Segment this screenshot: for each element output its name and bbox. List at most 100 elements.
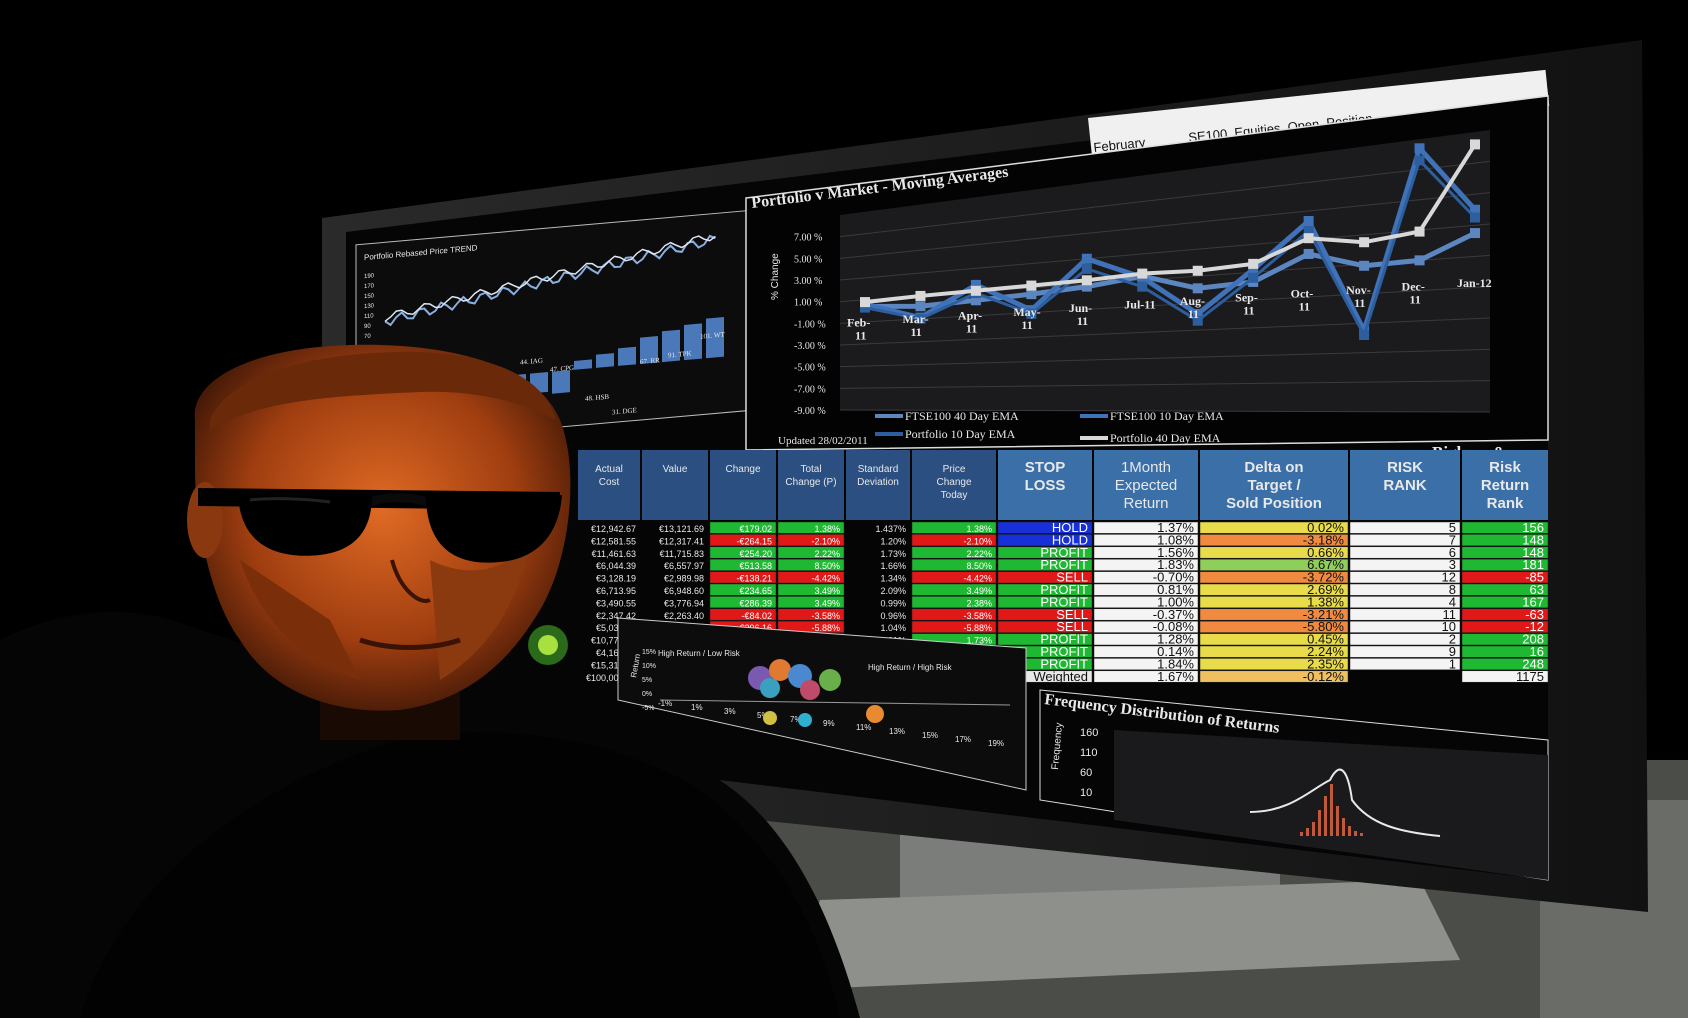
ma-x-tick-year: 11 [966, 321, 977, 335]
scatter-x-tick: 1% [691, 703, 703, 712]
table-cell: 1.437% [875, 524, 906, 534]
freq-bar [1312, 822, 1315, 836]
table-header-text: Standard [858, 464, 899, 475]
table-header-text: Today [941, 490, 968, 501]
table-cell: €254.20 [739, 549, 772, 559]
table-header-cell: Value [642, 450, 708, 520]
ma-point [1192, 265, 1203, 276]
ma-point [915, 290, 926, 301]
trend-y-tick: 110 [364, 313, 374, 320]
freq-y-tick: 60 [1080, 767, 1092, 779]
ma-x-tick: Aug- [1180, 294, 1205, 308]
scatter-y-tick: 10% [642, 663, 656, 670]
ma-y-tick: -3.00 % [794, 341, 826, 352]
scatter-x-tick: 11% [856, 723, 871, 732]
table-cell: €2,263.40 [664, 611, 704, 621]
ma-x-tick: Jul-11 [1124, 298, 1155, 312]
table-header-text: Change [725, 464, 760, 475]
ma-legend-label: FTSE100 40 Day EMA [905, 409, 1019, 423]
ma-x-tick-year: 11 [1021, 318, 1032, 332]
freq-bar [1336, 806, 1339, 836]
table-cell-bg [1349, 583, 1461, 596]
ma-x-tick-year: 11 [1188, 307, 1199, 321]
ma-point [1470, 212, 1480, 223]
table-cell: 8.50% [966, 561, 992, 571]
table-header-text: STOP [1025, 459, 1066, 476]
table-cell: €12,581.55 [591, 536, 636, 546]
freq-bar [1306, 828, 1309, 836]
table-cell: -0.12% [1303, 669, 1345, 684]
ma-point [1026, 289, 1037, 300]
table-header-cell: Delta onTarget /Sold Position [1200, 450, 1348, 520]
ma-y-tick: 5.00 % [794, 254, 822, 265]
table-cell: 2.22% [966, 549, 992, 559]
ma-point [1359, 330, 1370, 341]
ma-point [1414, 143, 1425, 154]
table-header-cell: Actual Cost [578, 450, 640, 520]
table-cell: -€138.21 [736, 574, 772, 584]
table-header-cell: Price Change Today [912, 450, 996, 520]
table-cell-bg [1349, 645, 1461, 658]
ma-x-tick: Sep- [1235, 290, 1258, 304]
ma-x-tick: Nov- [1346, 283, 1371, 297]
table-header-text: Delta on [1244, 459, 1303, 476]
updated-label: Updated 28/02/2011 [778, 435, 868, 447]
table-cell: 1.38% [966, 524, 992, 534]
table-cell: €6,044.39 [596, 561, 636, 571]
ma-point [1081, 253, 1092, 264]
ma-x-tick: Jan-12 [1457, 276, 1492, 290]
ma-y-tick: -9.00 % [794, 406, 826, 417]
ma-y-tick: -5.00 % [794, 363, 826, 374]
scatter-x-tick: 3% [724, 707, 736, 716]
scatter-y-tick: 0% [642, 691, 652, 698]
table-cell: 3.49% [814, 598, 840, 608]
table-cell: 1 [1449, 656, 1456, 671]
scatter-x-tick: 13% [889, 727, 905, 736]
freq-y-tick: 110 [1080, 747, 1098, 759]
table-header-cell: RISKRANK [1350, 450, 1460, 520]
trend-y-tick: 170 [364, 283, 375, 290]
table-cell: -3.58% [811, 611, 840, 621]
table-header-text: Total [800, 464, 821, 475]
table-header-text: Return [1481, 477, 1529, 494]
ma-point [1081, 263, 1092, 274]
table-cell: 2.09% [880, 586, 906, 596]
table-cell: -4.42% [963, 574, 992, 584]
table-header-text: Rank [1487, 495, 1524, 512]
trend-y-tick: 130 [364, 303, 375, 310]
ma-point [1137, 268, 1148, 279]
ma-point [1470, 139, 1480, 150]
freq-bar [1324, 796, 1327, 836]
table-cell-bg [1349, 534, 1461, 547]
ma-point [1414, 226, 1425, 237]
table-cell: €12,317.41 [659, 536, 704, 546]
table-cell: €3,776.94 [664, 598, 704, 608]
table-cell: -3.58% [963, 611, 992, 621]
table-cell: €234.65 [739, 586, 772, 596]
ma-point [1081, 275, 1092, 286]
freq-y-tick: 160 [1080, 727, 1098, 739]
table-cell: 3.49% [814, 586, 840, 596]
ma-point [1192, 283, 1203, 294]
table-cell: €11,715.83 [660, 549, 704, 559]
table-header-text: Change (P) [785, 477, 836, 488]
table-cell: €3,490.55 [596, 598, 636, 608]
trend-bar [618, 346, 636, 366]
trend-y-tick: 70 [364, 334, 371, 341]
table-cell: €11,461.63 [592, 549, 636, 559]
ma-y-tick: 3.00 % [794, 276, 822, 287]
ma-x-tick-year: 11 [1410, 292, 1421, 306]
ma-x-tick: Jun- [1069, 301, 1092, 315]
ma-x-tick-year: 11 [1077, 314, 1088, 328]
ma-x-tick: Dec- [1402, 279, 1425, 293]
table-cell: 8.50% [814, 561, 840, 571]
ma-x-tick: Feb- [847, 316, 870, 330]
ma-point [1026, 280, 1037, 291]
table-header-text: Actual [595, 464, 623, 475]
freq-bar [1300, 832, 1303, 836]
ma-x-tick-year: 11 [1243, 303, 1254, 317]
ma-x-tick-year: 11 [1354, 296, 1365, 310]
ma-x-tick-year: 11 [910, 325, 921, 339]
table-cell: 0.99% [880, 598, 906, 608]
table-header-text: Sold Position [1226, 495, 1322, 512]
